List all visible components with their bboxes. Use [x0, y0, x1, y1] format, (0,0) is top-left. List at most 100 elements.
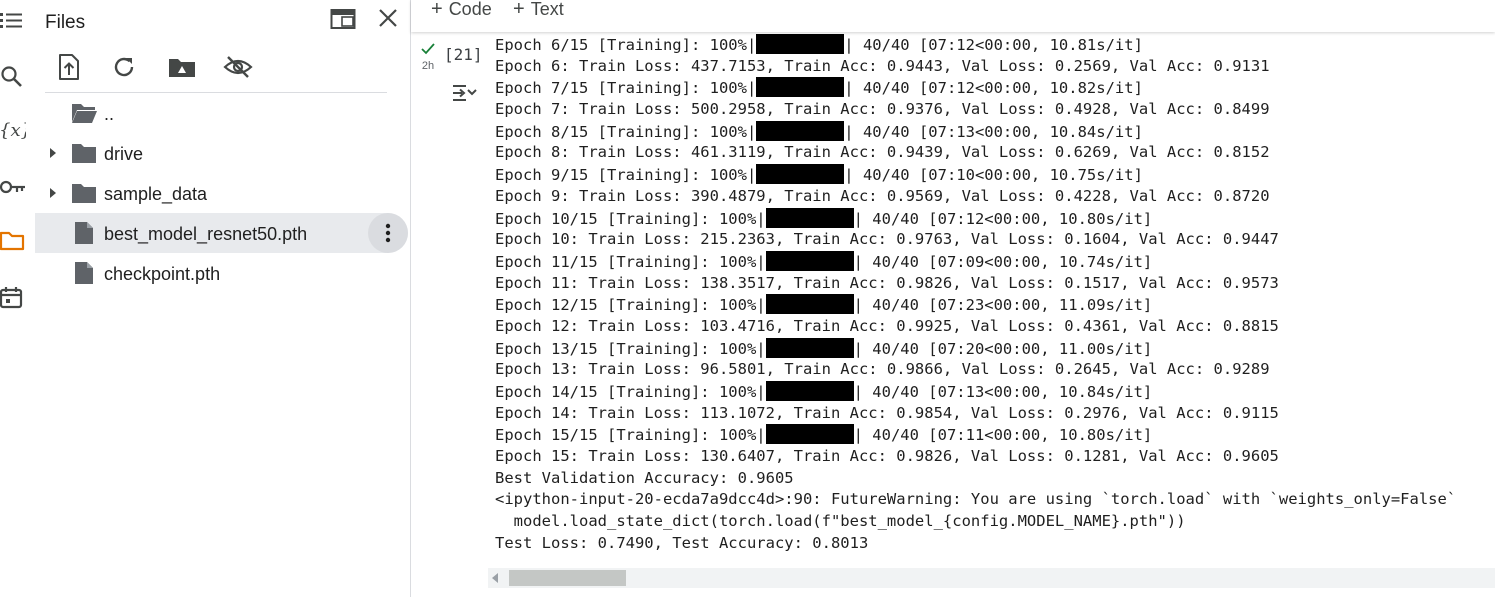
output-text: Epoch 11/15 [Training]: 100%|	[495, 252, 766, 271]
output-text: Epoch 14: Train Loss: 113.1072, Train Ac…	[495, 403, 1279, 422]
file-row-label: ..	[104, 104, 115, 124]
output-line: model.load_state_dict(torch.load(f"best_…	[495, 511, 1495, 533]
search-icon[interactable]	[0, 64, 26, 90]
output-line: Epoch 11: Train Loss: 138.3517, Train Ac…	[495, 273, 1495, 295]
folder-icon	[71, 141, 97, 165]
output-text: | 40/40 [07:12<00:00, 10.81s/it]	[844, 36, 1143, 54]
output-text: <ipython-input-20-ecda7a9dcc4d>:90: Futu…	[495, 490, 1457, 509]
output-text: Epoch 9: Train Loss: 390.4879, Train Acc…	[495, 186, 1270, 205]
file-icon	[71, 221, 97, 245]
output-text: Epoch 14/15 [Training]: 100%|	[495, 383, 766, 401]
output-text: Epoch 7/15 [Training]: 100%|	[495, 79, 757, 98]
output-line: Epoch 10/15 [Training]: 100%| | 40/40 [07…	[495, 207, 1495, 230]
upload-icon[interactable]	[54, 52, 84, 82]
output-text: model.load_state_dict(torch.load(f"best_…	[495, 512, 1186, 531]
mount-drive-icon[interactable]	[167, 52, 197, 82]
hide-files-icon[interactable]	[223, 52, 253, 82]
add-code-button[interactable]: + Code	[431, 0, 492, 21]
file-row-parent[interactable]: ..	[35, 93, 408, 133]
output-line: Epoch 8/15 [Training]: 100%| | 40/40 [07:…	[495, 120, 1495, 143]
output-text: | 40/40 [07:11<00:00, 10.80s/it]	[853, 426, 1153, 445]
scrollbar-thumb[interactable]	[509, 570, 626, 586]
progress-bar	[765, 424, 854, 445]
output-text: Epoch 6: Train Loss: 437.7153, Train Acc…	[495, 56, 1270, 75]
close-icon[interactable]	[375, 5, 401, 31]
table-of-contents-icon[interactable]	[0, 8, 26, 34]
output-line: Epoch 15/15 [Training]: 100%| | 40/40 [07…	[495, 424, 1495, 446]
more-options-icon[interactable]	[368, 213, 408, 253]
expand-arrow-icon[interactable]	[45, 145, 61, 161]
output-line: Epoch 10: Train Loss: 215.2363, Train Ac…	[495, 229, 1495, 251]
file-row-best-model[interactable]: best_model_resnet50.pth	[35, 213, 408, 253]
output-text: | 40/40 [07:13<00:00, 10.84s/it]	[853, 383, 1153, 401]
output-line: Epoch 8: Train Loss: 461.3119, Train Acc…	[495, 142, 1495, 164]
file-row-label: best_model_resnet50.pth	[104, 224, 308, 244]
files-panel: Files .. drive sample_data best_model_re…	[32, 0, 411, 597]
output-text: Epoch 12: Train Loss: 103.4716, Train Ac…	[495, 316, 1279, 335]
folder-icon	[71, 181, 97, 205]
output-line: Epoch 6/15 [Training]: 100%| | 40/40 [07:…	[495, 34, 1495, 56]
output-text: Epoch 13: Train Loss: 96.5801, Train Acc…	[495, 360, 1270, 379]
output-text: | 40/40 [07:12<00:00, 10.80s/it]	[853, 209, 1153, 228]
file-row-drive[interactable]: drive	[35, 133, 408, 173]
output-text: | 40/40 [07:09<00:00, 10.74s/it]	[853, 252, 1153, 271]
notebook-area: + Code + Text 2h [21] Epoch 6/15 [Training…	[411, 0, 1495, 597]
output-text: Epoch 8/15 [Training]: 100%|	[495, 122, 757, 141]
output-text: Epoch 13/15 [Training]: 100%|	[495, 339, 766, 358]
folder-open-icon	[71, 101, 97, 125]
output-line: <ipython-input-20-ecda7a9dcc4d>:90: Futu…	[495, 489, 1495, 511]
output-line: Epoch 6: Train Loss: 437.7153, Train Acc…	[495, 56, 1495, 78]
output-line: Epoch 12: Train Loss: 103.4716, Train Ac…	[495, 316, 1495, 338]
key-icon[interactable]	[0, 174, 26, 200]
output-text: Epoch 7: Train Loss: 500.2958, Train Acc…	[495, 100, 1270, 119]
file-row-checkpoint[interactable]: checkpoint.pth	[35, 253, 408, 293]
output-text: | 40/40 [07:20<00:00, 11.00s/it]	[853, 339, 1153, 358]
progress-bar	[765, 207, 854, 228]
output-line: Epoch 7: Train Loss: 500.2958, Train Acc…	[495, 99, 1495, 121]
output-line: Epoch 12/15 [Training]: 100%| | 40/40 [07…	[495, 294, 1495, 316]
output-line: Epoch 14: Train Loss: 113.1072, Train Ac…	[495, 403, 1495, 425]
progress-bar	[765, 381, 854, 401]
output-text: Epoch 9/15 [Training]: 100%|	[495, 166, 757, 185]
scroll-left-icon[interactable]	[492, 573, 498, 583]
output-text: Epoch 15: Train Loss: 130.6407, Train Ac…	[495, 447, 1279, 466]
output-line: Epoch 14/15 [Training]: 100%| | 40/40 [07…	[495, 381, 1495, 403]
progress-bar	[756, 34, 845, 54]
output-line: Best Validation Accuracy: 0.9605	[495, 468, 1495, 490]
output-text: Best Validation Accuracy: 0.9605	[495, 468, 794, 487]
progress-bar	[765, 294, 854, 315]
output-text: | 40/40 [07:23<00:00, 11.09s/it]	[853, 296, 1153, 315]
add-text-button[interactable]: + Text	[513, 0, 564, 21]
output-line: Test Loss: 0.7490, Test Accuracy: 0.8013	[495, 533, 1495, 555]
execution-count: [21]	[444, 45, 483, 64]
file-row-label: checkpoint.pth	[104, 264, 221, 284]
file-row-sample-data[interactable]: sample_data	[35, 173, 408, 213]
output-line: Epoch 9: Train Loss: 390.4879, Train Acc…	[495, 186, 1495, 208]
output-text: | 40/40 [07:13<00:00, 10.84s/it]	[844, 122, 1143, 141]
output-actions-icon[interactable]	[451, 82, 477, 108]
add-code-label: Code	[448, 0, 492, 19]
variables-icon[interactable]: {x}	[0, 117, 26, 143]
output-text: Epoch 8: Train Loss: 461.3119, Train Acc…	[495, 143, 1270, 162]
horizontal-scrollbar[interactable]	[488, 568, 1495, 588]
refresh-icon[interactable]	[109, 52, 139, 82]
output-line: Epoch 13: Train Loss: 96.5801, Train Acc…	[495, 359, 1495, 381]
progress-bar	[756, 164, 845, 185]
open-in-tab-icon[interactable]	[329, 5, 357, 33]
icon-rail: {x}	[0, 0, 32, 597]
output-text: | 40/40 [07:10<00:00, 10.75s/it]	[844, 166, 1143, 185]
calendar-icon[interactable]	[0, 285, 26, 311]
progress-bar	[765, 250, 854, 271]
folder-icon[interactable]	[0, 228, 26, 254]
output-text: Epoch 15/15 [Training]: 100%|	[495, 426, 766, 445]
panel-title: Files	[45, 12, 86, 33]
expand-arrow-icon[interactable]	[45, 185, 61, 201]
add-text-label: Text	[530, 0, 564, 19]
file-icon	[71, 261, 97, 285]
file-row-label: sample_data	[104, 184, 208, 204]
output-text: Epoch 11: Train Loss: 138.3517, Train Ac…	[495, 273, 1279, 292]
svg-text:{x}: {x}	[0, 120, 26, 141]
progress-bar	[765, 337, 854, 358]
output-line: Epoch 11/15 [Training]: 100%| | 40/40 [07…	[495, 250, 1495, 273]
cell-output: Epoch 6/15 [Training]: 100%| | 40/40 [07:…	[495, 34, 1495, 564]
